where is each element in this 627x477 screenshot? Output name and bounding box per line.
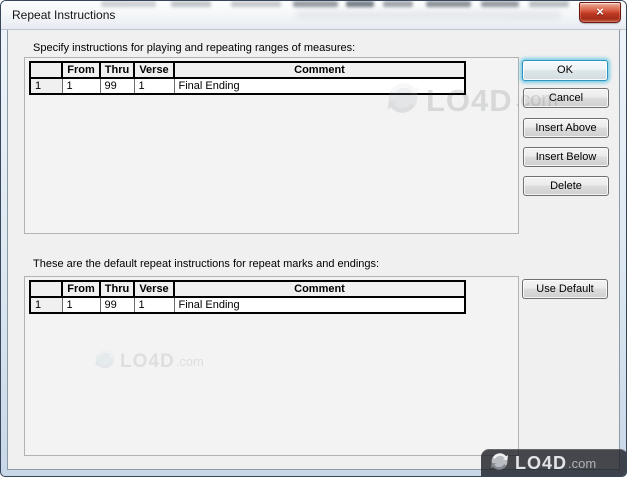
- cell-rownum[interactable]: 1: [29, 77, 63, 95]
- table-header-row: From Thru Verse Comment: [29, 61, 466, 79]
- defaults-grid-container: From Thru Verse Comment 1 1 99 1 Final E…: [24, 276, 519, 456]
- ok-button[interactable]: OK: [522, 60, 608, 81]
- titlebar-blur-artifact: [529, 1, 569, 7]
- titlebar-blur-artifact: [171, 1, 211, 7]
- titlebar-blur-artifact: [296, 10, 561, 19]
- cell-verse[interactable]: 1: [133, 77, 175, 95]
- close-button[interactable]: ×: [579, 2, 621, 23]
- close-icon: ×: [596, 4, 604, 19]
- delete-button[interactable]: Delete: [523, 176, 609, 196]
- cell-comment[interactable]: Final Ending: [173, 296, 466, 314]
- window-title: Repeat Instructions: [12, 8, 116, 22]
- insert-above-button[interactable]: Insert Above: [523, 118, 609, 138]
- titlebar-blur-artifact: [383, 1, 413, 7]
- titlebar[interactable]: Repeat Instructions ×: [1, 1, 626, 30]
- table-row[interactable]: 1 1 99 1 Final Ending: [29, 296, 466, 314]
- cell-from[interactable]: 1: [61, 296, 101, 314]
- column-header-comment: Comment: [173, 61, 466, 79]
- cancel-button[interactable]: Cancel: [523, 88, 609, 108]
- column-header-rownum: [29, 280, 63, 298]
- column-header-comment: Comment: [173, 280, 466, 298]
- column-header-from: From: [61, 61, 101, 79]
- column-header-thru: Thru: [99, 61, 135, 79]
- titlebar-blur-artifact: [293, 1, 338, 7]
- column-header-verse: Verse: [133, 61, 175, 79]
- titlebar-blur-artifact: [426, 1, 471, 7]
- titlebar-blur-artifact: [481, 1, 519, 7]
- column-header-from: From: [61, 280, 101, 298]
- table-row[interactable]: 1 1 99 1 Final Ending: [29, 77, 466, 95]
- cell-verse[interactable]: 1: [133, 296, 175, 314]
- repeat-instructions-dialog: Repeat Instructions × Specify instructio…: [0, 0, 627, 477]
- use-default-button[interactable]: Use Default: [522, 279, 608, 299]
- column-header-verse: Verse: [133, 280, 175, 298]
- cell-thru[interactable]: 99: [99, 296, 135, 314]
- cell-thru[interactable]: 99: [99, 77, 135, 95]
- playing-grid-container: From Thru Verse Comment 1 1 99 1 Final E…: [24, 57, 519, 234]
- defaults-section-label: These are the default repeat instruction…: [33, 258, 380, 270]
- column-header-rownum: [29, 61, 63, 79]
- titlebar-blur-artifact: [231, 1, 281, 7]
- cell-from[interactable]: 1: [61, 77, 101, 95]
- insert-below-button[interactable]: Insert Below: [523, 147, 609, 167]
- table-header-row: From Thru Verse Comment: [29, 280, 466, 298]
- cell-rownum[interactable]: 1: [29, 296, 63, 314]
- defaults-grid-table: From Thru Verse Comment 1 1 99 1 Final E…: [29, 280, 466, 314]
- titlebar-blur-artifact: [346, 1, 374, 7]
- titlebar-blur-artifact: [101, 1, 156, 7]
- playing-section-label: Specify instructions for playing and rep…: [33, 42, 356, 54]
- playing-grid-table: From Thru Verse Comment 1 1 99 1 Final E…: [29, 61, 466, 95]
- dialog-client-area: Specify instructions for playing and rep…: [7, 30, 620, 470]
- column-header-thru: Thru: [99, 280, 135, 298]
- cell-comment[interactable]: Final Ending: [173, 77, 466, 95]
